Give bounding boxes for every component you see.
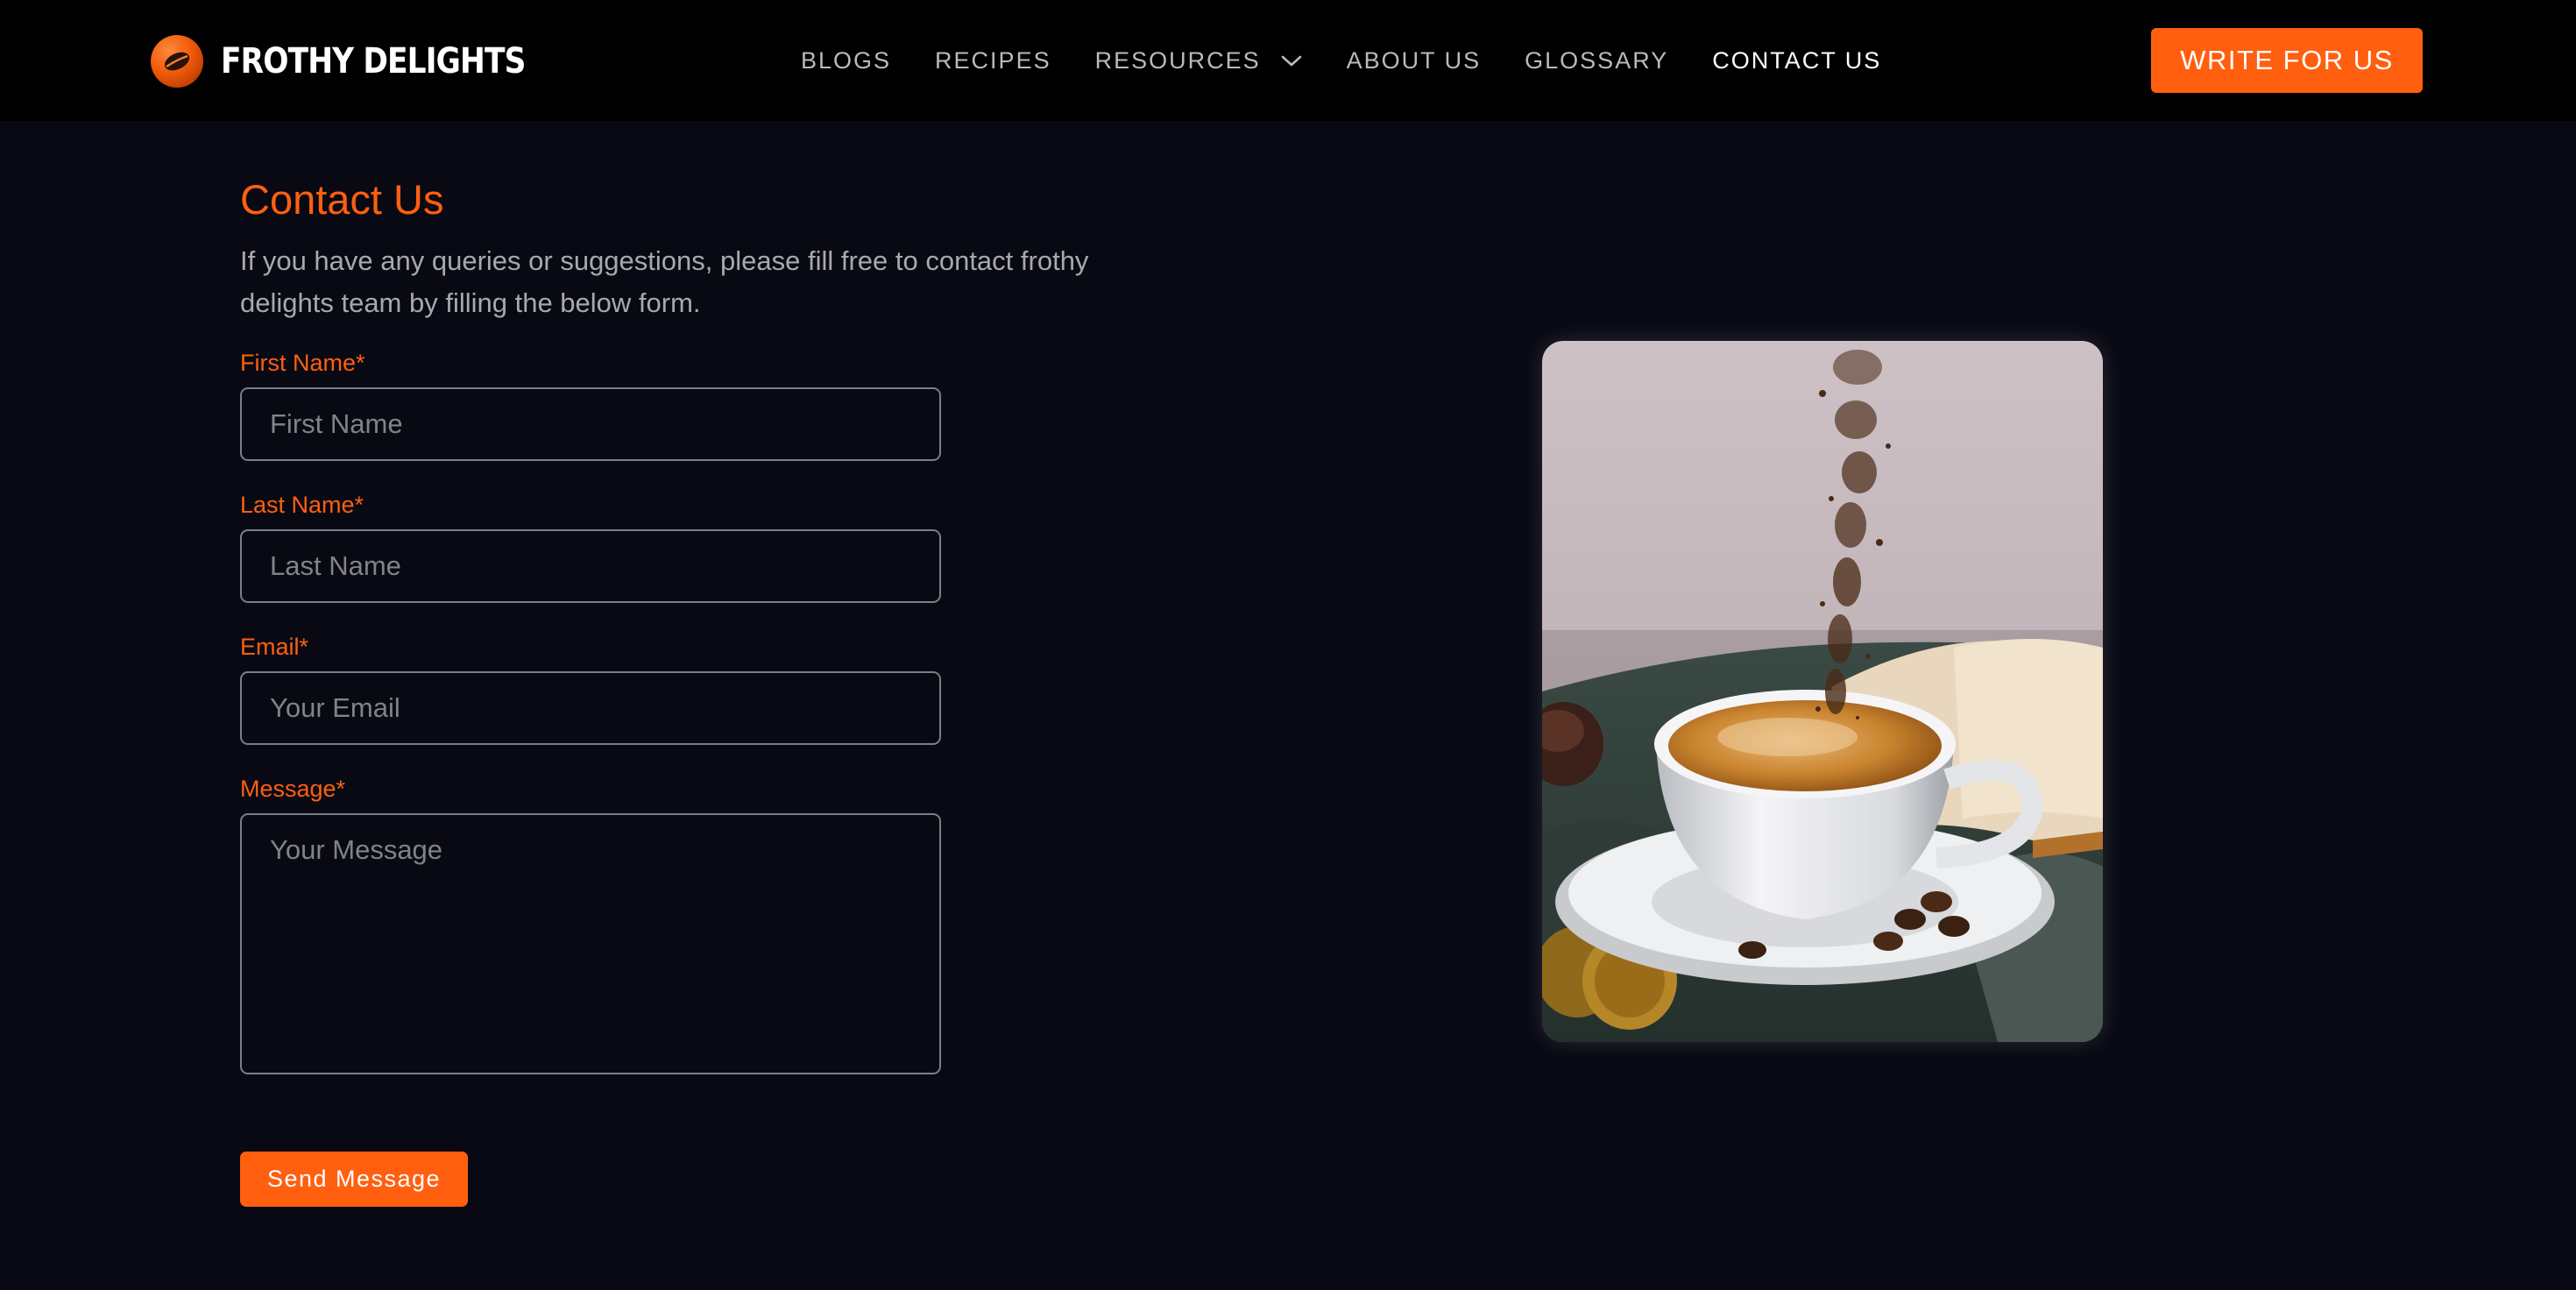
email-label: Email* [240,634,309,660]
page-title: Contact Us [240,176,444,223]
intro-text: If you have any queries or suggestions, … [240,245,1089,318]
last-name-input[interactable] [240,529,941,603]
send-message-button[interactable]: Send Message [240,1152,468,1207]
contact-form: First Name* Last Name* Email* Message* [240,345,1134,1074]
brand-name: FROTHY DELIGHTS [221,41,526,82]
first-name-input[interactable] [240,387,941,461]
nav-link-resources-label: RESOURCES [1094,46,1261,74]
site-header: FROTHY DELIGHTS BLOGS RECIPES RESOURCES … [0,0,2576,121]
nav-link-contact-us[interactable]: CONTACT US [1712,47,1881,74]
brand-logo[interactable]: FROTHY DELIGHTS [151,34,575,89]
main-nav: BLOGS RECIPES RESOURCES ABOUT US GLOSSAR… [801,40,1881,81]
contact-form-section: Contact Us If you have any queries or su… [240,167,1134,1074]
coffee-bean-icon [151,35,203,88]
nav-link-resources[interactable]: RESOURCES [1095,47,1303,74]
nav-link-glossary[interactable]: GLOSSARY [1525,47,1668,74]
nav-link-recipes[interactable]: RECIPES [935,47,1051,74]
nav-link-blogs[interactable]: BLOGS [801,47,891,74]
coffee-cup-photo [1542,341,2103,1042]
nav-link-about-us[interactable]: ABOUT US [1347,47,1482,74]
chevron-down-icon [1280,47,1303,74]
first-name-label: First Name* [240,350,365,376]
email-input[interactable] [240,671,941,745]
write-for-us-button[interactable]: WRITE FOR US [2151,28,2423,93]
last-name-label: Last Name* [240,492,364,518]
message-textarea[interactable] [240,813,941,1074]
message-label: Message* [240,776,346,802]
